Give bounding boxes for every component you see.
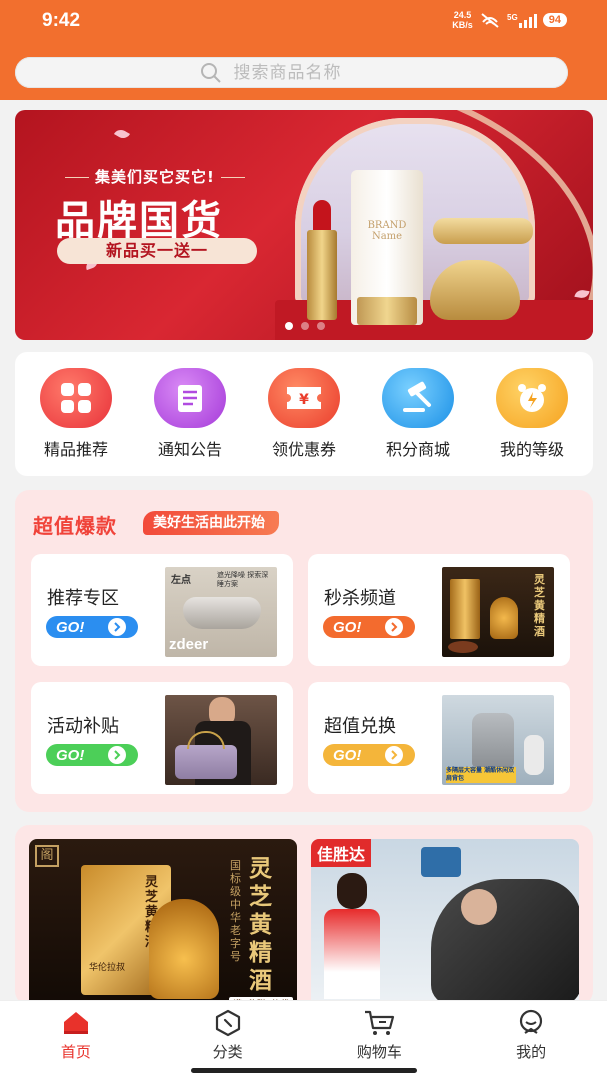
status-indicators: 24.5 KB/s 5G 94 bbox=[452, 10, 567, 30]
handbag-image bbox=[165, 695, 277, 785]
chevron-right-icon bbox=[108, 618, 127, 636]
tablet-image bbox=[421, 847, 461, 877]
deal-title: 活动补贴 bbox=[47, 716, 119, 737]
coupon-icon: ¥ bbox=[268, 368, 340, 428]
tab-cart[interactable]: 购物车 bbox=[324, 1009, 434, 1062]
value-deals-section: 超值爆款 美好生活由此开始 推荐专区 GO! 左点 遮光降噪 探索深睡方案 zd… bbox=[15, 490, 593, 812]
carousel-dot[interactable] bbox=[301, 322, 309, 330]
quick-menu-level[interactable]: 我的等级 bbox=[477, 368, 587, 460]
massage-chair-image bbox=[431, 879, 579, 1005]
banner-subtitle: 集美们买它买它! bbox=[59, 166, 251, 187]
mute-icon bbox=[481, 13, 499, 28]
quick-menu-label: 精品推荐 bbox=[43, 440, 108, 459]
profile-icon bbox=[520, 1009, 543, 1034]
home-indicator[interactable] bbox=[191, 1068, 417, 1073]
go-button[interactable]: GO! bbox=[323, 744, 415, 766]
product-grid: 阁 灵芝黄精酒 华伦拉叔 国标级中华老字号 灵芝黄精酒 满2件赠1礼袋 佳胜达 bbox=[15, 825, 593, 1005]
brand-logo: 佳胜达 bbox=[311, 839, 372, 867]
chevron-right-icon bbox=[385, 746, 404, 764]
go-button[interactable]: GO! bbox=[46, 744, 138, 766]
tab-profile[interactable]: 我的 bbox=[476, 1009, 586, 1062]
brand-logo: 阁 bbox=[35, 845, 59, 867]
app-header: 9:42 24.5 KB/s 5G 94 bbox=[0, 0, 607, 100]
cream-tube-image: BRAND Name bbox=[351, 170, 423, 325]
quick-menu-featured[interactable]: 精品推荐 bbox=[21, 368, 131, 460]
eye-mask-image: 左点 遮光降噪 探索深睡方案 zdeer bbox=[165, 567, 277, 657]
deal-card-recommend[interactable]: 推荐专区 GO! 左点 遮光降噪 探索深睡方案 zdeer bbox=[31, 554, 293, 666]
svg-text:5G: 5G bbox=[507, 13, 518, 22]
notice-icon bbox=[154, 368, 226, 428]
liquor-image: 灵芝黄精酒 bbox=[442, 567, 554, 657]
search-icon bbox=[200, 62, 221, 83]
promo-banner[interactable]: 集美们买它买它! 品牌国货 新品买一送一 BRAND Name bbox=[15, 110, 593, 340]
quick-menu-coupon[interactable]: ¥ 领优惠券 bbox=[249, 368, 359, 460]
cart-icon bbox=[365, 1010, 395, 1035]
carousel-dot[interactable] bbox=[317, 322, 325, 330]
search-input[interactable] bbox=[233, 62, 384, 83]
petal-decor bbox=[113, 127, 131, 141]
tab-label: 我的 bbox=[516, 1043, 547, 1061]
quick-menu-label: 通知公告 bbox=[157, 440, 222, 459]
deal-title: 推荐专区 bbox=[47, 588, 119, 609]
svg-text:¥: ¥ bbox=[299, 392, 309, 408]
quick-menu-points-mall[interactable]: 积分商城 bbox=[363, 368, 473, 460]
tab-label: 购物车 bbox=[356, 1043, 402, 1061]
deal-card-subsidy[interactable]: 活动补贴 GO! bbox=[31, 682, 293, 794]
liquor-bottle-image bbox=[149, 899, 219, 999]
quick-menu: 精品推荐 通知公告 ¥ 领优惠券 积分商城 我的等级 bbox=[15, 352, 593, 476]
quick-menu-label: 领优惠券 bbox=[271, 440, 336, 459]
quick-menu-notice[interactable]: 通知公告 bbox=[135, 368, 245, 460]
tab-label: 分类 bbox=[212, 1043, 243, 1061]
product-card-massage-chair[interactable]: 佳胜达 bbox=[311, 839, 579, 1005]
go-button[interactable]: GO! bbox=[46, 616, 138, 638]
go-button[interactable]: GO! bbox=[323, 616, 415, 638]
alarm-icon bbox=[496, 368, 568, 428]
status-time: 9:42 bbox=[42, 10, 81, 31]
chevron-right-icon bbox=[385, 618, 404, 636]
cosmetic-bottle-image bbox=[433, 218, 533, 244]
grid-icon bbox=[40, 368, 112, 428]
status-bar: 9:42 24.5 KB/s 5G 94 bbox=[0, 0, 607, 44]
quick-menu-label: 我的等级 bbox=[499, 440, 564, 459]
lipstick-image bbox=[307, 200, 337, 320]
backpack-image: 多隔层大容量 潮酷休闲双肩背包 bbox=[442, 695, 554, 785]
home-icon bbox=[63, 1012, 88, 1034]
quick-menu-label: 积分商城 bbox=[385, 440, 450, 459]
tab-home[interactable]: 首页 bbox=[21, 1009, 131, 1062]
deal-title: 秒杀频道 bbox=[324, 588, 396, 609]
chevron-right-icon bbox=[108, 746, 127, 764]
deal-card-flash-sale[interactable]: 秒杀频道 GO! 灵芝黄精酒 bbox=[308, 554, 570, 666]
search-bar[interactable] bbox=[15, 57, 568, 88]
net-speed: 24.5 KB/s bbox=[452, 10, 473, 30]
athlete-image bbox=[321, 873, 383, 1003]
signal-icon: 5G bbox=[507, 13, 537, 28]
tab-category[interactable]: 分类 bbox=[173, 1009, 283, 1062]
model-image bbox=[461, 889, 497, 925]
carousel-dot[interactable] bbox=[285, 322, 293, 330]
category-icon bbox=[215, 1009, 240, 1037]
section-title: 超值爆款 bbox=[33, 514, 117, 538]
deal-title: 超值兑换 bbox=[324, 716, 396, 737]
gavel-icon bbox=[382, 368, 454, 428]
banner-offer-pill: 新品买一送一 bbox=[57, 238, 257, 264]
carousel-dots bbox=[285, 322, 325, 330]
section-tagline: 美好生活由此开始 bbox=[143, 511, 279, 535]
deal-card-exchange[interactable]: 超值兑换 GO! 多隔层大容量 潮酷休闲双肩背包 bbox=[308, 682, 570, 794]
battery-indicator: 94 bbox=[542, 13, 567, 27]
product-card-liquor[interactable]: 阁 灵芝黄精酒 华伦拉叔 国标级中华老字号 灵芝黄精酒 满2件赠1礼袋 bbox=[29, 839, 297, 1005]
tab-label: 首页 bbox=[60, 1043, 91, 1061]
